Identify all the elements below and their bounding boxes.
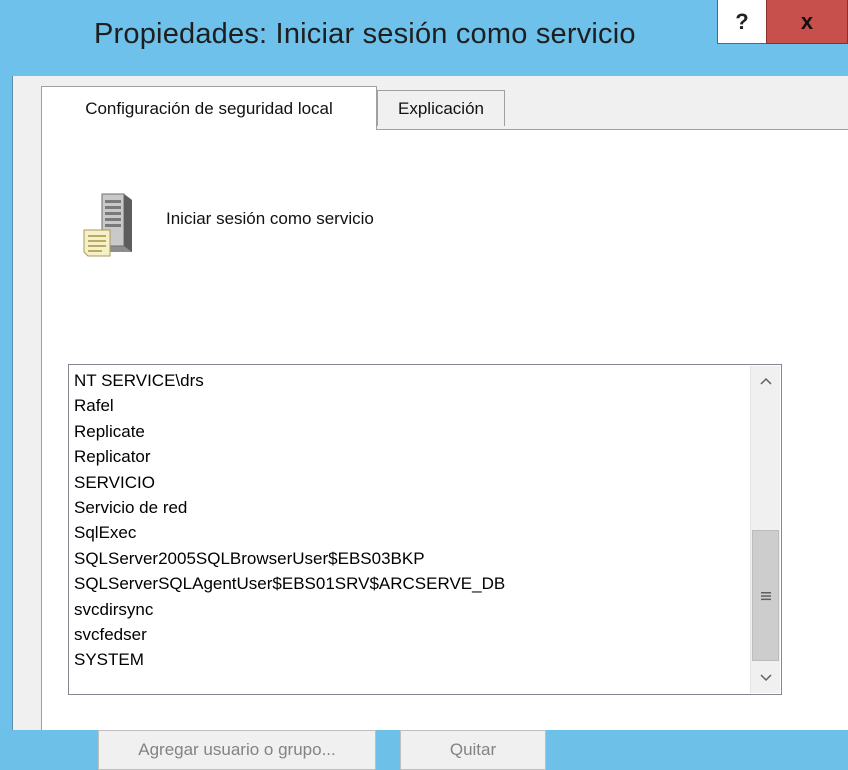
list-item[interactable]: NT SERVICE\drs [74,368,505,393]
scroll-thumb[interactable] [752,530,779,661]
add-user-or-group-button[interactable]: Agregar usuario o grupo... [98,730,376,770]
list-item[interactable]: Replicator [74,444,505,469]
list-item[interactable]: svcfedser [74,622,505,647]
scroll-down-button[interactable] [751,663,780,693]
vertical-scrollbar[interactable] [750,366,780,693]
scroll-up-button[interactable] [751,366,780,396]
list-item[interactable]: SqlExec [74,520,505,545]
list-item[interactable]: Replicate [74,419,505,444]
list-item[interactable]: SQLServerSQLAgentUser$EBS01SRV$ARCSERVE_… [74,571,505,596]
help-button[interactable]: ? [717,0,767,44]
list-item[interactable]: svcdirsync [74,597,505,622]
window-title: Propiedades: Iniciar sesión como servici… [94,18,636,50]
list-item[interactable]: Servicio de red [74,495,505,520]
accounts-list: NT SERVICE\drs Rafel Replicate Replicator SE… [74,368,505,673]
chevron-up-icon [759,377,772,385]
tab-local-security-setting[interactable]: Configuración de seguridad local [41,86,377,130]
list-item[interactable]: SERVICIO [74,470,505,495]
list-item[interactable]: SYSTEM [74,647,505,672]
accounts-listbox[interactable]: NT SERVICE\drs Rafel Replicate Replicator SE… [68,364,782,695]
tab-explanation[interactable]: Explicación [377,90,505,126]
policy-name: Iniciar sesión como servicio [166,209,374,228]
dialog-client-area: Configuración de seguridad local Explica… [12,76,848,770]
grip-icon [760,591,771,600]
list-item[interactable]: SQLServer2005SQLBrowserUser$EBS03BKP [74,546,505,571]
list-item[interactable]: Rafel [74,393,505,418]
properties-dialog: Propiedades: Iniciar sesión como servici… [0,0,848,770]
tab-panel: Iniciar sesión como servicio NT SERVICE\… [41,129,848,770]
close-button[interactable]: x [766,0,848,44]
chevron-down-icon [759,674,772,682]
server-document-icon [83,193,132,257]
remove-button[interactable]: Quitar [400,730,546,770]
title-bar[interactable]: Propiedades: Iniciar sesión como servici… [0,0,848,76]
